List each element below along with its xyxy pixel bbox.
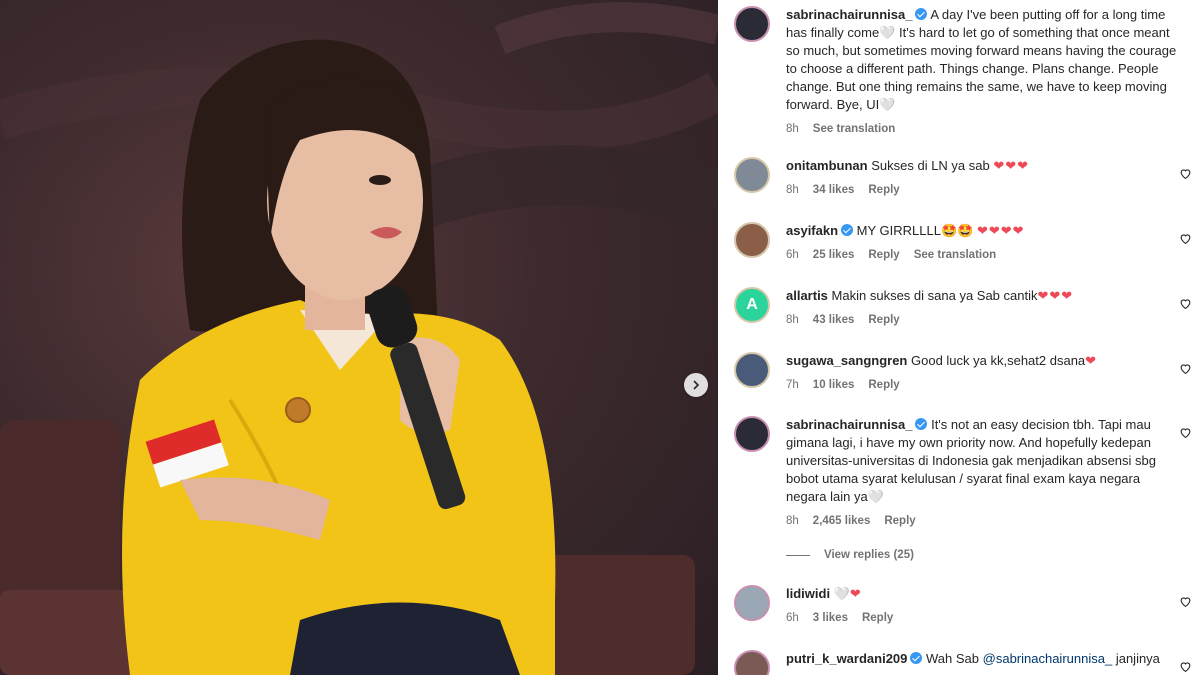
heart-outline-icon[interactable] — [1179, 167, 1192, 180]
reply-button[interactable]: Reply — [868, 181, 899, 199]
reply-button[interactable]: Reply — [862, 609, 893, 627]
username[interactable]: sabrinachairunnisa_ — [786, 417, 912, 432]
comment-text: Wah Sab — [926, 651, 980, 666]
heart-outline-icon[interactable] — [1179, 426, 1192, 439]
photo-illustration — [0, 2, 718, 675]
next-image-button[interactable] — [684, 373, 708, 397]
username[interactable]: sabrinachairunnisa_ — [786, 7, 912, 22]
comment-text-continued: janjinya — [1115, 651, 1160, 666]
heart-outline-icon[interactable] — [1179, 297, 1192, 310]
see-translation-link[interactable]: See translation — [813, 120, 895, 138]
username[interactable]: onitambunan — [786, 158, 868, 173]
like-count[interactable]: 43 likes — [813, 311, 855, 329]
reply-button[interactable]: Reply — [884, 512, 915, 530]
comment-time: 8h — [786, 515, 799, 527]
reply-button[interactable]: Reply — [868, 311, 899, 329]
comment-text: MY GIRRLLLL🤩🤩 — [856, 223, 974, 238]
username[interactable]: asyifakn — [786, 223, 838, 238]
comment-time: 8h — [786, 314, 799, 326]
heart-outline-icon[interactable] — [1179, 232, 1192, 245]
comment-emoji: ❤ — [1085, 353, 1098, 368]
avatar[interactable] — [734, 222, 770, 258]
verified-icon — [910, 652, 923, 664]
avatar[interactable] — [734, 650, 770, 675]
comment-emoji: ❤❤❤ — [993, 158, 1030, 173]
avatar[interactable] — [734, 157, 770, 193]
comment-time: 6h — [786, 612, 799, 624]
comment-text: 🤍 — [833, 586, 850, 601]
like-count[interactable]: 2,465 likes — [813, 512, 871, 530]
post-photo — [0, 0, 718, 675]
view-replies-label: View replies (25) — [824, 549, 914, 561]
verified-icon — [915, 8, 928, 20]
comment-text: Sukses di LN ya sab — [871, 158, 990, 173]
comment-emoji: ❤ — [849, 586, 862, 601]
reply-button[interactable]: Reply — [868, 246, 899, 264]
chevron-right-icon — [693, 380, 700, 390]
caption-text: A day I've been putting off for a long t… — [786, 7, 1177, 112]
view-replies-button[interactable]: View replies (25) — [786, 549, 914, 561]
username[interactable]: allartis — [786, 288, 828, 303]
see-translation-link[interactable]: See translation — [914, 246, 996, 264]
like-count[interactable]: 34 likes — [813, 181, 855, 199]
like-count[interactable]: 10 likes — [813, 376, 855, 394]
comment-time: 7h — [786, 379, 799, 391]
avatar[interactable]: A — [734, 287, 770, 323]
comment-text: Good luck ya kk,sehat2 dsana — [911, 353, 1086, 368]
mention-link[interactable]: @sabrinachairunnisa_ — [983, 651, 1113, 666]
comment-emoji: ❤❤❤❤ — [976, 223, 1025, 238]
username[interactable]: sugawa_sangngren — [786, 353, 907, 368]
heart-outline-icon[interactable] — [1179, 362, 1192, 375]
heart-outline-icon[interactable] — [1179, 660, 1192, 673]
heart-outline-icon[interactable] — [1179, 595, 1192, 608]
like-count[interactable]: 3 likes — [813, 609, 848, 627]
comment-time: 8h — [786, 184, 799, 196]
avatar[interactable] — [734, 585, 770, 621]
avatar-letter: A — [746, 296, 758, 313]
comments-panel[interactable]: sabrinachairunnisa_ A day I've been putt… — [718, 0, 1200, 675]
avatar[interactable] — [734, 352, 770, 388]
comment-time: 8h — [786, 123, 799, 135]
like-count[interactable]: 25 likes — [813, 246, 855, 264]
verified-icon — [841, 224, 854, 236]
avatar[interactable] — [734, 6, 770, 42]
reply-button[interactable]: Reply — [868, 376, 899, 394]
username[interactable]: putri_k_wardani209 — [786, 651, 907, 666]
verified-icon — [915, 418, 928, 430]
replies-divider — [786, 554, 810, 556]
comment-text: Makin sukses di sana ya Sab cantik — [831, 288, 1038, 303]
comment-emoji: ❤❤❤ — [1037, 288, 1074, 303]
username[interactable]: lidiwidi — [786, 586, 830, 601]
comment-time: 6h — [786, 249, 799, 261]
avatar[interactable] — [734, 416, 770, 452]
